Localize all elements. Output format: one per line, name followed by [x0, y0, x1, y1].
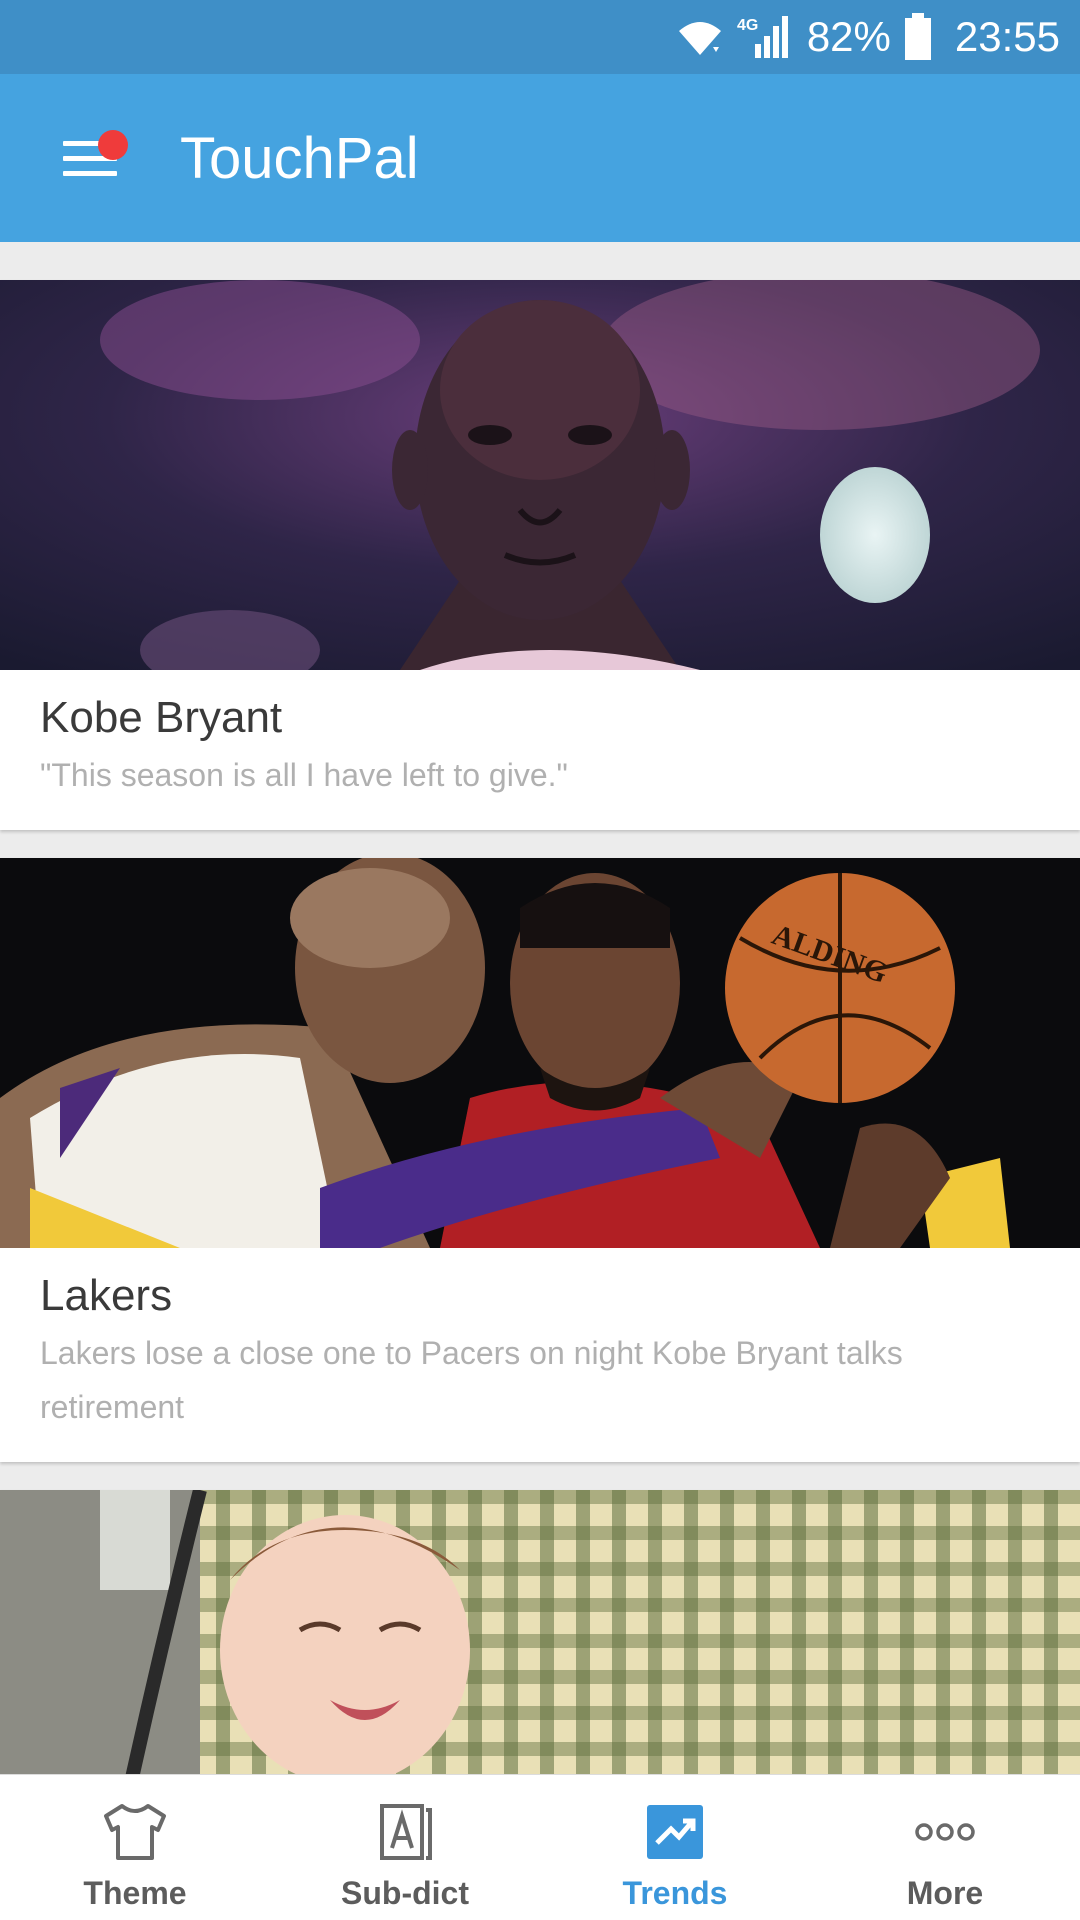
news-card[interactable]: ALDING Lakers Lakers lose a close one to… — [0, 858, 1080, 1462]
more-dots-icon — [912, 1799, 978, 1865]
menu-button[interactable] — [40, 108, 140, 208]
status-bar: 4G 82% 23:55 — [0, 0, 1080, 74]
nav-label: Sub-dict — [341, 1875, 469, 1911]
battery-percentage: 82% — [806, 13, 891, 60]
nav-label: Trends — [622, 1875, 728, 1911]
baby-photo-image — [0, 1490, 1080, 1774]
news-card[interactable]: Kobe Bryant "This season is all I have l… — [0, 280, 1080, 830]
nav-theme[interactable]: Theme — [0, 1775, 270, 1920]
shirt-icon — [102, 1799, 168, 1865]
news-card[interactable] — [0, 1490, 1080, 1774]
nav-sub-dict[interactable]: Sub-dict — [270, 1775, 540, 1920]
signal-icon: 4G — [737, 14, 791, 60]
lakers-game-image: ALDING — [0, 858, 1080, 1248]
kobe-portrait-image — [0, 280, 1080, 670]
trends-feed[interactable]: Kobe Bryant "This season is all I have l… — [0, 242, 1080, 1774]
card-title: Lakers — [40, 1271, 173, 1320]
card-description: "This season is all I have left to give.… — [40, 757, 568, 793]
trends-icon — [642, 1799, 708, 1865]
status-clock: 23:55 — [954, 13, 1060, 60]
nav-trends[interactable]: Trends — [540, 1775, 810, 1920]
nav-label: More — [906, 1875, 984, 1911]
app-title: TouchPal — [180, 125, 419, 191]
network-type-label: 4G — [737, 17, 758, 34]
nav-label: Theme — [83, 1875, 187, 1911]
app-bar: TouchPal — [0, 74, 1080, 242]
nav-more[interactable]: More — [810, 1775, 1080, 1920]
card-description: Lakers lose a close one to Pacers on nig… — [40, 1335, 903, 1425]
bottom-navigation: Theme Sub-dict Trends More — [0, 1774, 1080, 1920]
wifi-icon — [675, 17, 725, 57]
battery-icon — [903, 13, 933, 61]
notification-dot — [98, 130, 128, 160]
card-title: Kobe Bryant — [40, 693, 283, 742]
dictionary-icon — [372, 1799, 438, 1865]
